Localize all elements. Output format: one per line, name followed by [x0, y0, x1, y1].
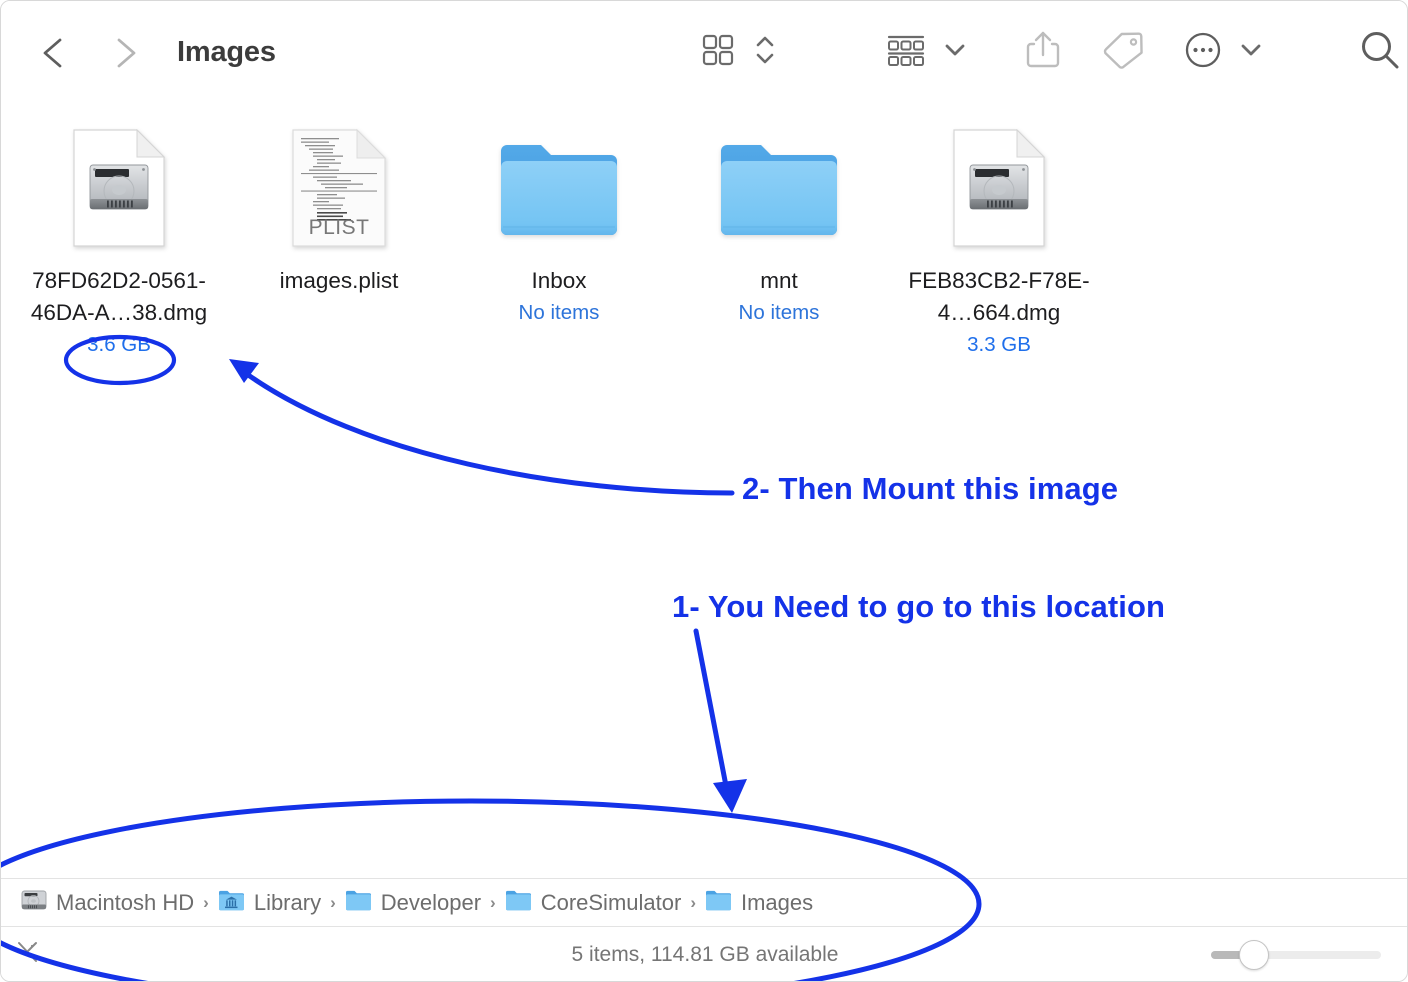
finder-window: Images 78FD62D2-0561-46DA-A…38.dmg 3.6 G…: [0, 0, 1408, 982]
chevron-left-icon: [38, 36, 68, 70]
folder-icon: [345, 888, 372, 918]
breadcrumb-item-developer[interactable]: Developer: [345, 888, 481, 918]
toolbar-actions: [691, 1, 1407, 104]
icon-view-grid-icon: [699, 31, 737, 74]
file-name-label: Inbox: [531, 268, 587, 293]
folder-icon: [717, 137, 841, 239]
forward-button[interactable]: [103, 31, 147, 75]
library-folder-icon: [218, 888, 245, 918]
breadcrumb-separator: ›: [690, 892, 696, 912]
chevron-down-icon: [1239, 40, 1263, 65]
breadcrumb-label: Developer: [380, 889, 482, 915]
breadcrumb-item-library[interactable]: Library: [218, 888, 321, 918]
file-meta-label: 3.6 GB: [87, 332, 151, 356]
folder-icon: [705, 888, 732, 918]
annotation-arrow-1: [693, 628, 730, 794]
status-bar: 5 items, 114.81 GB available: [1, 926, 1407, 981]
share-icon: [1023, 27, 1063, 78]
back-button[interactable]: [31, 31, 75, 75]
breadcrumb-item-images[interactable]: Images: [705, 888, 813, 918]
finder-toolbar: Images: [1, 1, 1407, 104]
plist-document-icon: PLIST: [291, 128, 387, 248]
file-item[interactable]: mnt No items: [669, 111, 889, 360]
more-ellipsis-icon: [1182, 29, 1224, 76]
breadcrumb: Macintosh HD › Library › Developer › Cor…: [1, 878, 1407, 926]
file-item[interactable]: Inbox No items: [449, 111, 669, 360]
breadcrumb-separator: ›: [490, 892, 496, 912]
annotation-arrow-2: [241, 369, 735, 496]
disk-image-document-icon: [73, 128, 166, 247]
view-options-stepper[interactable]: [745, 24, 785, 82]
file-item[interactable]: 78FD62D2-0561-46DA-A…38.dmg 3.6 GB: [9, 111, 229, 360]
file-meta-label: No items: [518, 300, 600, 324]
group-by-button[interactable]: [877, 24, 935, 82]
breadcrumb-item-coresimulator[interactable]: CoreSimulator: [505, 888, 682, 918]
file-name-label: FEB83CB2-F78E-4…664.dmg: [908, 268, 1090, 325]
icon-size-slider[interactable]: [1211, 939, 1381, 970]
search-button[interactable]: [1349, 24, 1407, 82]
file-icon: [499, 125, 619, 251]
file-icon: [939, 125, 1059, 251]
more-options-chevron-button[interactable]: [1231, 24, 1271, 82]
annotation-arrowhead-1: [713, 779, 747, 813]
file-meta-label: No items: [738, 300, 820, 324]
share-button[interactable]: [1013, 24, 1073, 82]
file-name-label: images.plist: [279, 268, 399, 293]
status-text: 5 items, 114.81 GB available: [571, 942, 839, 966]
file-name-label: 78FD62D2-0561-46DA-A…38.dmg: [30, 268, 208, 325]
folder-icon: [505, 888, 532, 918]
annotation-label-step-2: 2- Then Mount this image: [742, 471, 1119, 506]
breadcrumb-label: Library: [253, 889, 322, 915]
group-by-icon: [885, 30, 927, 75]
file-icon: [719, 125, 839, 251]
chevron-up-down-icon: [754, 30, 776, 75]
file-item[interactable]: FEB83CB2-F78E-4…664.dmg 3.3 GB: [889, 111, 1109, 360]
file-icon-grid: 78FD62D2-0561-46DA-A…38.dmg 3.6 GB PLIST…: [1, 111, 1407, 360]
page-title: Images: [177, 36, 276, 68]
file-icon: PLIST: [279, 125, 399, 251]
disk-image-document-icon: [953, 128, 1046, 247]
breadcrumb-separator: ›: [203, 892, 209, 912]
file-icon: [59, 125, 179, 251]
chevron-down-icon: [943, 40, 967, 65]
file-item[interactable]: PLIST images.plist: [229, 111, 449, 360]
breadcrumb-label: Images: [740, 889, 814, 915]
annotation-label-step-1: 1- You Need to go to this location: [672, 589, 1166, 624]
breadcrumb-label: CoreSimulator: [540, 889, 682, 915]
tag-icon: [1099, 29, 1145, 76]
slider-knob[interactable]: [1239, 939, 1269, 970]
file-meta-label: 3.3 GB: [967, 332, 1031, 356]
group-by-chevron-button[interactable]: [935, 24, 975, 82]
hard-disk-icon: [21, 888, 47, 918]
breadcrumb-separator: ›: [330, 892, 336, 912]
tag-button[interactable]: [1091, 24, 1153, 82]
chevron-right-icon: [110, 36, 140, 70]
folder-icon: [497, 137, 621, 239]
annotation-arrowhead-2: [229, 359, 259, 383]
search-icon: [1357, 27, 1403, 78]
breadcrumb-item-macintosh-hd[interactable]: Macintosh HD: [21, 888, 194, 918]
breadcrumb-label: Macintosh HD: [56, 889, 195, 915]
file-name-label: mnt: [760, 268, 798, 293]
more-options-button[interactable]: [1175, 24, 1231, 82]
icon-view-button[interactable]: [691, 24, 745, 82]
svg-text:PLIST: PLIST: [309, 216, 370, 239]
